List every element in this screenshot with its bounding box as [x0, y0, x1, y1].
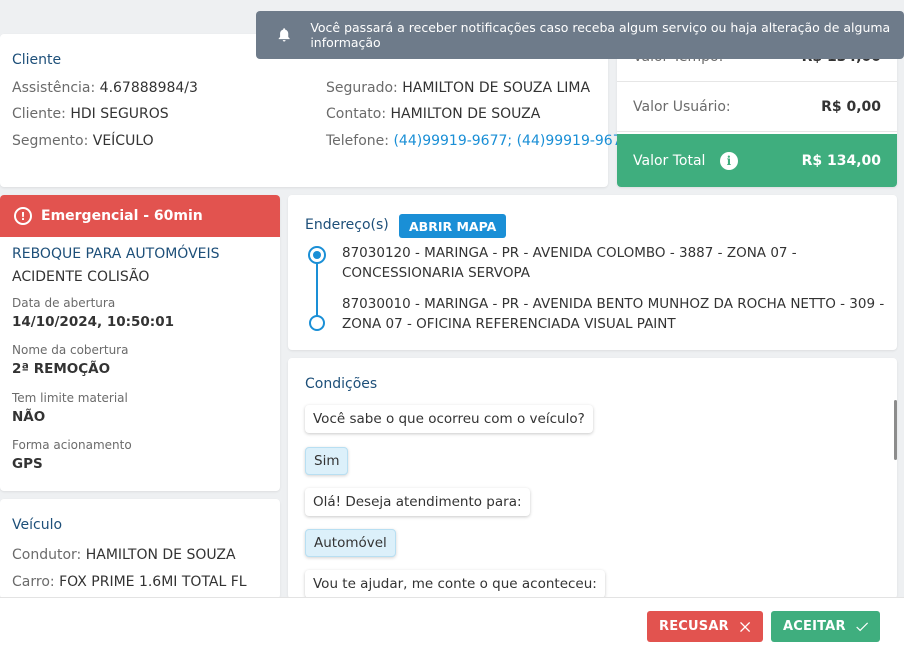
contato-row: Contato: HAMILTON DE SOUZA [326, 106, 541, 122]
route-line [316, 255, 318, 323]
assistencia-row: Assistência: 4.67888984/3 [12, 80, 198, 96]
carro-row: Carro: FOX PRIME 1.6MI TOTAL FL [12, 574, 247, 590]
service-type: REBOQUE PARA AUTOMÓVEIS [12, 246, 220, 262]
conditions-scrollbar[interactable] [894, 400, 897, 460]
question-bubble: Você sabe o que ocorreu com o veículo? [305, 405, 593, 433]
cobertura-value: 2ª REMOÇÃO [12, 361, 111, 377]
limite-value: NÃO [12, 409, 46, 425]
question-bubble: Vou te ajudar, me conte o que aconteceu: [305, 570, 605, 598]
vehicle-card: Veículo Condutor: HAMILTON DE SOUZA Carr… [0, 499, 280, 599]
destination-marker-icon [309, 315, 325, 331]
answer-bubble: Sim [305, 447, 349, 475]
segurado-row: Segurado: HAMILTON DE SOUZA LIMA [326, 80, 591, 96]
abertura-label: Data de abertura [12, 296, 116, 310]
cliente-row: Cliente: HDI SEGUROS [12, 106, 169, 122]
emergency-banner: ! Emergencial - 60min [0, 195, 280, 237]
condutor-row: Condutor: HAMILTON DE SOUZA [12, 547, 236, 563]
cobertura-label: Nome da cobertura [12, 343, 129, 357]
vehicle-title: Veículo [12, 517, 63, 533]
valor-usuario-row: Valor Usuário: R$ 0,00 [617, 82, 897, 132]
telefone-link[interactable]: (44)99919-9677; (44)99919-9677 [393, 133, 630, 149]
valor-total-row: Valor Total i R$ 134,00 [617, 134, 897, 187]
bell-icon [278, 28, 290, 42]
client-title: Cliente [12, 52, 62, 68]
forma-value: GPS [12, 456, 43, 472]
action-footer: RECUSAR ACEITAR [0, 597, 904, 657]
open-map-button[interactable]: ABRIR MAPA [399, 214, 507, 238]
telefone-row: Telefone: (44)99919-9677; (44)99919-9677 [326, 133, 631, 149]
abertura-value: 14/10/2024, 10:50:01 [12, 314, 174, 330]
segmento-row: Segmento: VEÍCULO [12, 133, 154, 149]
info-icon[interactable]: i [719, 151, 738, 170]
destination-address: 87030010 - MARINGA - PR - AVENIDA BENTO … [342, 296, 885, 332]
question-bubble: Olá! Deseja atendimento para: [305, 488, 530, 516]
service-reason: ACIDENTE COLISÃO [12, 269, 150, 285]
origin-address: 87030120 - MARINGA - PR - AVENIDA COLOMB… [342, 245, 797, 281]
answer-bubble: Automóvel [305, 529, 396, 557]
origin-marker-icon [308, 246, 326, 264]
conditions-card: Condições Você sabe o que ocorreu com o … [288, 358, 897, 599]
conditions-title: Condições [305, 376, 378, 392]
close-icon [739, 621, 750, 632]
service-card: ! Emergencial - 60min REBOQUE PARA AUTOM… [0, 195, 280, 491]
limite-label: Tem limite material [12, 391, 128, 405]
alert-icon: ! [14, 207, 32, 225]
notification-toast: Você passará a receber notificações caso… [256, 11, 904, 59]
forma-label: Forma acionamento [12, 438, 132, 452]
address-card: Endereço(s) ABRIR MAPA 87030120 - MARING… [288, 195, 897, 350]
check-icon [855, 621, 868, 631]
address-title: Endereço(s) [305, 217, 389, 233]
notification-text: Você passará a receber notificações caso… [310, 20, 891, 50]
accept-button[interactable]: ACEITAR [771, 611, 880, 642]
refuse-button[interactable]: RECUSAR [647, 611, 763, 642]
